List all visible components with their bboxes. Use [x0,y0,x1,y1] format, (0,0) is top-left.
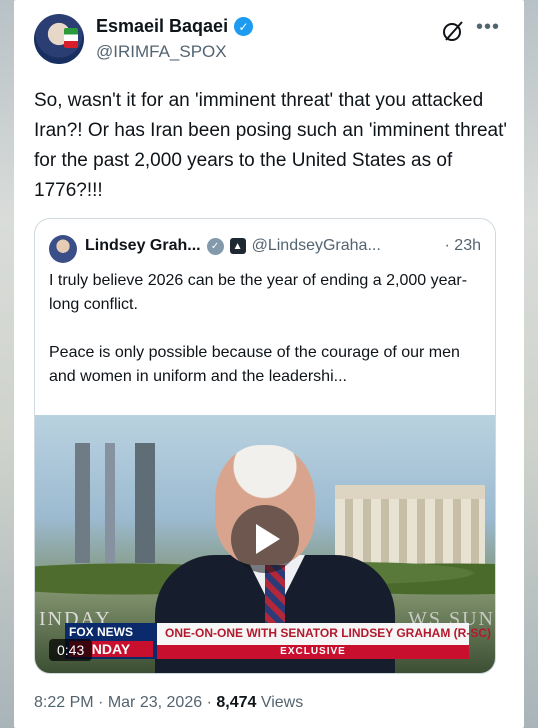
chyron-exclusive: EXCLUSIVE [157,645,469,659]
verified-badge-icon[interactable]: ✓ [234,17,254,36]
quoted-header: Lindsey Grah... ✓ ▲ @LindseyGraha... [85,237,381,255]
separator: · [206,694,212,711]
quoted-paragraph-1: I truly believe 2026 can be the year of … [49,272,468,313]
gray-verified-badge-icon: ✓ [206,237,224,255]
author-handle[interactable]: @IRIMFA_SPOX [96,42,227,62]
tweet-meta: 8:22 PM · Mar 23, 2026 · 8,474 Views [34,694,303,712]
author-display-name[interactable]: Esmaeil Baqaei [96,16,228,37]
grok-icon[interactable] [442,20,464,42]
views-count: 8,474 [216,694,257,711]
video-chyron: ONE-ON-ONE WITH SENATOR LINDSEY GRAHAM (… [157,623,491,659]
quoted-avatar[interactable] [49,235,77,263]
quoted-display-name[interactable]: Lindsey Grah... [85,237,201,255]
separator: · [98,694,104,711]
video-lower-third: FOX NEWS NDAY ONE-ON-ONE WITH SENATOR LI… [65,623,491,659]
video-duration: 0:43 [49,639,93,661]
video-player[interactable]: INDAY WS SUN FOX NEWS NDAY ONE-ON-ONE WI… [35,415,495,673]
flag-icon [64,28,78,48]
views-label: Views [260,694,304,711]
quoted-time: · 23h [444,237,481,254]
tweet-card[interactable]: Esmaeil Baqaei ✓ @IRIMFA_SPOX ••• So, wa… [14,0,524,728]
play-button[interactable] [231,505,299,573]
author-name-row: Esmaeil Baqaei ✓ [96,16,254,37]
tweet-text: So, wasn't it for an 'imminent threat' t… [34,90,508,201]
quoted-time-value: 23h [454,237,481,254]
network-name: FOX NEWS [69,625,134,639]
post-date[interactable]: Mar 23, 2026 [108,694,202,711]
quoted-text: I truly believe 2026 can be the year of … [49,269,485,413]
post-time[interactable]: 8:22 PM [34,694,94,711]
quoted-tweet[interactable]: Lindsey Grah... ✓ ▲ @LindseyGraha... · 2… [34,218,496,674]
quoted-paragraph-2: Peace is only possible because of the co… [49,344,460,385]
government-label-icon: ▲ [229,238,246,254]
avatar[interactable] [34,14,84,64]
quoted-handle[interactable]: @LindseyGraha... [252,237,381,255]
more-options-icon[interactable]: ••• [476,16,500,39]
chyron-headline: ONE-ON-ONE WITH SENATOR LINDSEY GRAHAM (… [165,626,491,640]
